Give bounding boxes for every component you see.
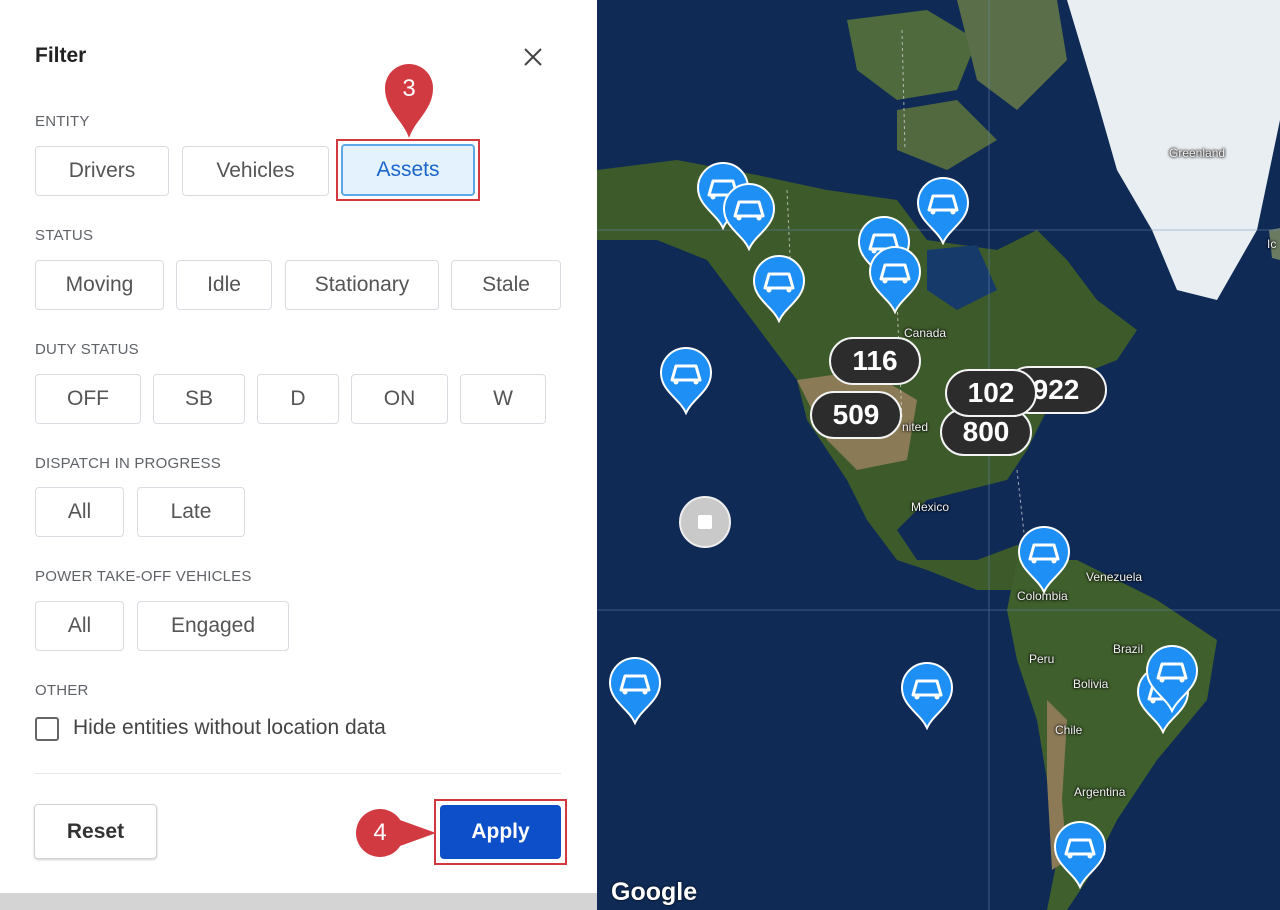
dispatch-late-chip[interactable]: Late bbox=[137, 487, 245, 537]
duty-sb-chip[interactable]: SB bbox=[153, 374, 245, 424]
map-label-canada: Canada bbox=[904, 326, 947, 340]
duty-on-chip[interactable]: ON bbox=[351, 374, 448, 424]
cluster-marker[interactable]: 116 bbox=[829, 337, 921, 385]
duty-w-chip[interactable]: W bbox=[460, 374, 546, 424]
status-idle-chip[interactable]: Idle bbox=[176, 260, 272, 310]
status-moving-chip[interactable]: Moving bbox=[35, 260, 164, 310]
entity-assets-chip[interactable]: Assets bbox=[341, 144, 475, 196]
map-label-brazil: Brazil bbox=[1113, 642, 1144, 656]
asset-pin[interactable] bbox=[608, 657, 662, 726]
panel-title: Filter bbox=[35, 44, 87, 67]
asset-trailer-icon bbox=[900, 662, 954, 731]
entity-section-label: ENTITY bbox=[35, 113, 90, 130]
close-icon bbox=[524, 48, 542, 66]
dispatch-all-chip[interactable]: All bbox=[35, 487, 124, 537]
hide-entities-checkbox[interactable] bbox=[35, 717, 59, 741]
reset-button[interactable]: Reset bbox=[34, 804, 157, 859]
asset-pin[interactable] bbox=[868, 246, 922, 315]
pto-all-chip[interactable]: All bbox=[35, 601, 124, 651]
map-label-united-states: nited bbox=[902, 420, 929, 434]
duty-status-section-label: DUTY STATUS bbox=[35, 341, 139, 358]
entity-vehicles-chip[interactable]: Vehicles bbox=[182, 146, 329, 196]
map-label-peru: Peru bbox=[1029, 652, 1055, 666]
asset-trailer-icon bbox=[659, 347, 713, 416]
dispatch-section-label: DISPATCH IN PROGRESS bbox=[35, 455, 221, 472]
step3-marker: 3 bbox=[383, 62, 435, 140]
asset-pin[interactable] bbox=[916, 177, 970, 246]
status-section-label: STATUS bbox=[35, 227, 94, 244]
other-section-label: OTHER bbox=[35, 682, 89, 699]
step3-label: 3 bbox=[402, 75, 416, 102]
asset-trailer-icon bbox=[1017, 526, 1071, 595]
duty-d-chip[interactable]: D bbox=[257, 374, 339, 424]
google-attribution: Google bbox=[611, 878, 698, 906]
map-label-iceland: Ic bbox=[1267, 237, 1277, 251]
asset-trailer-icon bbox=[916, 177, 970, 246]
asset-trailer-icon bbox=[1145, 645, 1199, 714]
status-stationary-chip[interactable]: Stationary bbox=[285, 260, 439, 310]
status-stale-chip[interactable]: Stale bbox=[451, 260, 561, 310]
cluster-marker[interactable]: 509 bbox=[810, 391, 902, 439]
bottom-strip bbox=[0, 893, 597, 910]
asset-pin[interactable] bbox=[1053, 821, 1107, 890]
step4-badge: 4 bbox=[356, 809, 404, 857]
map-label-bolivia: Bolivia bbox=[1073, 677, 1109, 691]
asset-trailer-icon bbox=[752, 255, 806, 324]
asset-trailer-icon bbox=[1053, 821, 1107, 890]
asset-pin[interactable] bbox=[900, 662, 954, 731]
asset-trailer-icon bbox=[608, 657, 662, 726]
step4-pointer-arrow bbox=[400, 820, 436, 846]
entity-drivers-chip[interactable]: Drivers bbox=[35, 146, 169, 196]
map-label-argentina: Argentina bbox=[1074, 785, 1126, 799]
asset-trailer-icon bbox=[722, 183, 776, 252]
asset-pin[interactable] bbox=[659, 347, 713, 416]
asset-pin[interactable] bbox=[1145, 645, 1199, 714]
pto-engaged-chip[interactable]: Engaged bbox=[137, 601, 289, 651]
map-view[interactable]: Greenland Ic Canada nited Mexico Venezue… bbox=[597, 0, 1280, 910]
map-label-greenland: Greenland bbox=[1169, 146, 1226, 160]
asset-pin[interactable] bbox=[722, 183, 776, 252]
asset-pin[interactable] bbox=[752, 255, 806, 324]
pto-section-label: POWER TAKE-OFF VEHICLES bbox=[35, 568, 252, 585]
footer-divider bbox=[35, 773, 561, 774]
stationary-marker[interactable] bbox=[679, 496, 731, 548]
asset-pin[interactable] bbox=[1017, 526, 1071, 595]
cluster-marker[interactable]: 102 bbox=[945, 369, 1037, 417]
map-label-chile: Chile bbox=[1055, 723, 1083, 737]
map-terrain bbox=[597, 0, 1280, 910]
hide-entities-label[interactable]: Hide entities without location data bbox=[73, 716, 386, 740]
map-label-mexico: Mexico bbox=[911, 500, 950, 514]
close-button[interactable] bbox=[521, 45, 545, 69]
duty-off-chip[interactable]: OFF bbox=[35, 374, 141, 424]
apply-button[interactable]: Apply bbox=[440, 805, 561, 859]
filter-panel: Filter ENTITY Drivers Vehicles Assets ST… bbox=[0, 0, 597, 910]
asset-trailer-icon bbox=[868, 246, 922, 315]
map-label-venezuela: Venezuela bbox=[1086, 570, 1143, 584]
